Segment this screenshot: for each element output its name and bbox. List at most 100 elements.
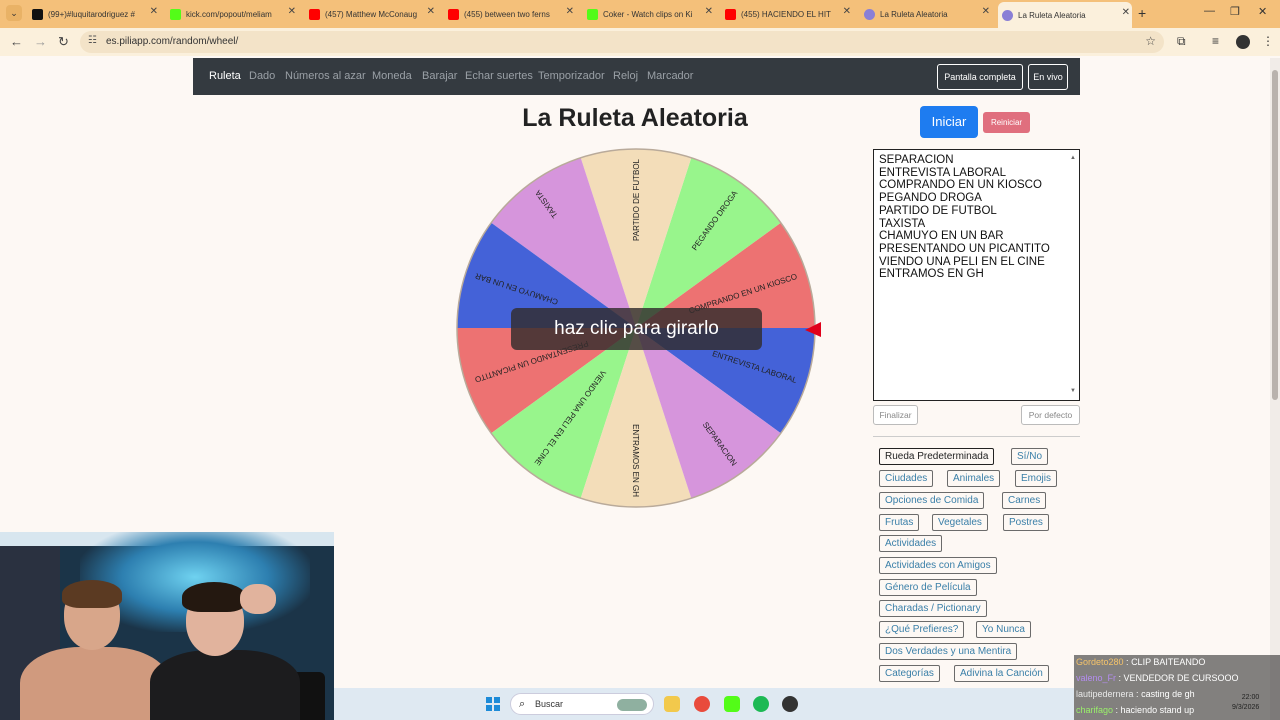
browser-tab[interactable]: (99+)#luquitarodriguez # ✕ [28, 4, 160, 24]
file-explorer-icon[interactable] [664, 696, 680, 712]
start-button[interactable]: Iniciar [920, 106, 978, 138]
browser-tab-active[interactable]: La Ruleta Aleatoria ✕ [998, 2, 1132, 28]
textarea-scrollbar[interactable]: ▲ ▼ [1070, 152, 1077, 398]
nav-link-marcador[interactable]: Marcador [647, 70, 693, 82]
preset-option[interactable]: Adivina la Canción [954, 665, 1049, 682]
nav-link-ruleta[interactable]: Ruleta [209, 70, 241, 82]
close-tab-icon[interactable]: ✕ [1122, 7, 1130, 18]
chat-username: lautipedernera [1076, 689, 1134, 699]
preset-option[interactable]: ¿Qué Prefieres? [879, 621, 965, 638]
tiktok-favicon-icon [32, 8, 43, 20]
taskbar-search-label: Buscar [535, 699, 564, 709]
address-toolbar: ← → ↻ ☷ es.piliapp.com/random/wheel/ ☆ ⧉… [0, 28, 1280, 56]
streamer-right-hair [182, 582, 246, 612]
preset-option[interactable]: Opciones de Comida [879, 492, 985, 509]
tab-strip: ⌄ (99+)#luquitarodriguez # ✕ kick.com/po… [0, 0, 1280, 28]
preset-option[interactable]: Categorías [879, 665, 940, 682]
scroll-down-arrow-icon[interactable]: ▼ [1070, 385, 1076, 398]
scrollbar-thumb[interactable] [1272, 70, 1278, 400]
browser-tab[interactable]: (455) HACIENDO EL HIT ✕ [721, 4, 853, 24]
nav-link-reloj[interactable]: Reloj [613, 70, 638, 82]
os-taskbar: ⌕ Buscar [334, 688, 1074, 720]
preset-option[interactable]: Carnes [1002, 492, 1047, 509]
nav-link-barajar[interactable]: Barajar [422, 70, 457, 82]
live-button[interactable]: En vivo [1028, 64, 1068, 90]
close-tab-icon[interactable]: ✕ [705, 6, 713, 17]
preset-option[interactable]: Actividades [879, 535, 943, 552]
close-tab-icon[interactable]: ✕ [288, 6, 296, 17]
preset-option[interactable]: Rueda Predeterminada [879, 448, 995, 465]
profile-avatar-icon[interactable] [1236, 35, 1250, 49]
nav-link-echar-suertes[interactable]: Echar suertes [465, 70, 533, 82]
piliapp-favicon-icon [864, 8, 875, 20]
reset-button[interactable]: Reiniciar [983, 112, 1030, 133]
browser-tab[interactable]: La Ruleta Aleatoria ✕ [860, 4, 992, 24]
streamer-left-hair [62, 580, 122, 608]
preset-option[interactable]: Frutas [879, 514, 920, 531]
minimize-icon[interactable]: — [1204, 5, 1215, 17]
back-arrow-icon[interactable]: ← [10, 34, 23, 49]
nav-link-temporizador[interactable]: Temporizador [538, 70, 605, 82]
browser-tab[interactable]: kick.com/popout/meliam ✕ [166, 4, 298, 24]
taskbar-search[interactable]: ⌕ Buscar [510, 693, 654, 715]
preset-option[interactable]: Yo Nunca [976, 621, 1031, 638]
tab-title: (99+)#luquitarodriguez # [48, 9, 135, 19]
close-tab-icon[interactable]: ✕ [566, 6, 574, 17]
preset-option[interactable]: Actividades con Amigos [879, 557, 997, 574]
close-tab-icon[interactable]: ✕ [427, 6, 435, 17]
piliapp-favicon-icon [1002, 9, 1013, 21]
reload-icon[interactable]: ↻ [58, 34, 69, 50]
chat-username: Gordeto280 [1076, 657, 1124, 667]
restore-icon[interactable]: ❐ [1230, 5, 1240, 18]
address-bar[interactable]: ☷ es.piliapp.com/random/wheel/ ☆ [80, 31, 1164, 53]
close-window-icon[interactable]: ✕ [1258, 5, 1267, 18]
chat-text: VENDEDOR DE CURSOOO [1123, 673, 1239, 683]
preset-option[interactable]: Charadas / Pictionary [879, 600, 987, 617]
windows-start-icon[interactable] [486, 697, 500, 711]
finish-button[interactable]: Finalizar [873, 405, 918, 425]
default-button[interactable]: Por defecto [1021, 405, 1080, 425]
nav-link-dado[interactable]: Dado [249, 70, 275, 82]
scroll-up-arrow-icon[interactable]: ▲ [1070, 152, 1076, 165]
chrome-icon[interactable] [694, 696, 710, 712]
entry-line: ENTREVISTA LABORAL [879, 166, 1006, 179]
obs-icon[interactable] [782, 696, 798, 712]
preset-option[interactable]: Animales [947, 470, 1001, 487]
spin-hint-overlay[interactable]: haz clic para girarlo [511, 308, 762, 350]
close-tab-icon[interactable]: ✕ [982, 6, 990, 17]
chat-text: CLIP BAITEANDO [1131, 657, 1206, 667]
new-tab-plus-icon[interactable]: + [1138, 5, 1146, 21]
streamer-left-body [20, 647, 170, 720]
kick-app-icon[interactable] [724, 696, 740, 712]
preset-option[interactable]: Sí/No [1011, 448, 1049, 465]
spotify-icon[interactable] [753, 696, 769, 712]
close-tab-icon[interactable]: ✕ [843, 6, 851, 17]
site-info-icon[interactable]: ☷ [88, 35, 97, 46]
browser-tab[interactable]: (457) Matthew McConaug ✕ [305, 4, 437, 24]
fullscreen-button[interactable]: Pantalla completa [937, 64, 1023, 90]
preset-option[interactable]: Género de Película [879, 579, 977, 596]
entries-textarea[interactable]: SEPARACION ENTREVISTA LABORAL COMPRANDO EN… [873, 149, 1080, 401]
forward-arrow-icon[interactable]: → [34, 34, 47, 49]
chat-text: haciendo stand up [1120, 705, 1195, 715]
preset-option[interactable]: Dos Verdades y una Mentira [879, 643, 1018, 660]
page-scrollbar[interactable] [1270, 58, 1280, 720]
close-tab-icon[interactable]: ✕ [150, 6, 158, 17]
preset-option[interactable]: Vegetales [932, 514, 988, 531]
preset-option[interactable]: Emojis [1015, 470, 1058, 487]
browser-tab[interactable]: Coker - Watch clips on Ki ✕ [583, 4, 715, 24]
youtube-favicon-icon [309, 8, 320, 20]
preset-option[interactable]: Postres [1003, 514, 1049, 531]
browser-tab[interactable]: (455) between two ferns ✕ [444, 4, 576, 24]
nav-link-moneda[interactable]: Moneda [372, 70, 412, 82]
menu-kebab-icon[interactable]: ⋮ [1262, 34, 1274, 48]
extensions-puzzle-icon[interactable]: ⧉ [1177, 34, 1186, 49]
tab-title: (457) Matthew McConaug [325, 9, 418, 19]
tab-search-chevron-icon[interactable]: ⌄ [6, 5, 22, 21]
preset-option[interactable]: Ciudades [879, 470, 934, 487]
media-control-icon[interactable]: ≡ [1212, 34, 1219, 48]
system-clock[interactable]: 22:00 9/3/2026 [1232, 693, 1259, 713]
bookmark-star-icon[interactable]: ☆ [1145, 34, 1156, 48]
chat-username: valeno_Fr [1076, 673, 1117, 683]
nav-link-numeros[interactable]: Números al azar [285, 70, 366, 82]
